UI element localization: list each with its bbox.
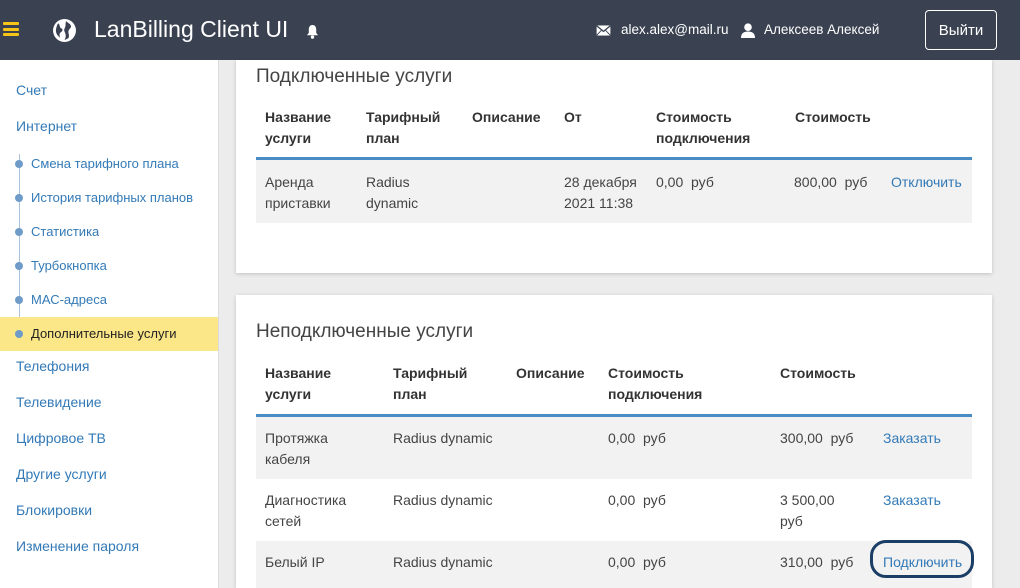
sidebar-item-account[interactable]: Счет [16, 82, 47, 98]
table-row: Диагностика сетей Radius dynamic 0,00 ру… [256, 479, 972, 541]
user-name: Алексеев Алексей [764, 22, 880, 37]
column-header: Стоимость подключения [656, 109, 751, 146]
sidebar: Счет Интернет Смена тарифного плана Исто… [0, 60, 219, 588]
column-header: Стоимость [780, 365, 856, 381]
sidebar-item-television[interactable]: Телевидение [16, 394, 102, 410]
service-cost: 310,00 руб [780, 554, 854, 570]
table-row: Аренда приставки Radius dynamic 28 декаб… [256, 160, 972, 223]
service-name: Белый IP [265, 554, 325, 570]
connection-cost: 0,00 руб [608, 554, 666, 570]
mail-icon [596, 25, 611, 36]
connected-services-panel: Подключенные услуги Название услуги Тари… [236, 60, 992, 273]
column-header: Стоимость подключения [608, 365, 703, 402]
column-header: Название услуги [265, 365, 332, 402]
bullet-icon [15, 330, 23, 338]
disconnect-link[interactable]: Отключить [891, 172, 962, 193]
logout-button[interactable]: Выйти [925, 10, 997, 50]
order-link[interactable]: Заказать [883, 490, 941, 511]
table-row: Белый IP Radius dynamic 0,00 руб 310,00 … [256, 540, 974, 588]
bullet-icon [15, 262, 23, 270]
bell-icon[interactable] [306, 24, 319, 39]
sidebar-item-blocks[interactable]: Блокировки [16, 502, 92, 518]
sidebar-subitem-label: Смена тарифного плана [31, 156, 179, 171]
bullet-icon [15, 228, 23, 236]
user-icon [741, 23, 755, 38]
sidebar-subitem-turbo-button[interactable]: Турбокнопка [0, 249, 218, 283]
service-cost: 800,00 руб [794, 174, 868, 190]
globe-icon [53, 19, 76, 42]
bullet-icon [15, 160, 23, 168]
column-header: Тарифный план [393, 365, 468, 402]
service-cost: 3 500,00 руб [780, 492, 835, 529]
connection-cost: 0,00 руб [608, 430, 666, 446]
sidebar-item-telephony[interactable]: Телефония [16, 358, 89, 374]
bullet-icon [15, 194, 23, 202]
tariff-plan: Radius dynamic [393, 492, 493, 508]
panel-title: Неподключенные услуги [256, 321, 474, 342]
top-bar: LanBilling Client UI alex.alex@mail.ru А… [0, 0, 1020, 60]
panel-title: Подключенные услуги [256, 66, 453, 87]
sidebar-item-internet[interactable]: Интернет [16, 118, 77, 134]
hamburger-icon[interactable] [3, 22, 19, 36]
tariff-plan: Radius dynamic [393, 430, 493, 446]
sidebar-subitem-change-tariff[interactable]: Смена тарифного плана [0, 147, 218, 181]
column-header: Стоимость [795, 109, 871, 125]
connection-cost: 0,00 руб [608, 492, 666, 508]
connection-cost: 0,00 руб [656, 174, 714, 190]
column-header: Тарифный план [366, 109, 441, 146]
service-name: Диагностика сетей [265, 492, 347, 529]
sidebar-subitem-label: Дополнительные услуги [31, 326, 177, 341]
sidebar-item-digital-tv[interactable]: Цифровое ТВ [16, 430, 106, 446]
order-link[interactable]: Заказать [883, 428, 941, 449]
connect-link[interactable]: Подключить [883, 552, 962, 573]
tariff-plan: Radius dynamic [393, 554, 493, 570]
sidebar-subitem-label: Статистика [31, 224, 100, 239]
sidebar-subitem-tariff-history[interactable]: История тарифных планов [0, 181, 218, 215]
sidebar-subitem-statistics[interactable]: Статистика [0, 215, 218, 249]
sidebar-item-other-services[interactable]: Другие услуги [16, 466, 107, 482]
sidebar-subitem-label: Турбокнопка [31, 258, 107, 273]
sidebar-item-change-password[interactable]: Изменение пароля [16, 538, 139, 554]
service-name: Протяжка кабеля [265, 430, 328, 467]
column-header: Описание [472, 109, 541, 125]
tariff-plan: Radius dynamic [366, 174, 419, 211]
service-from-date: 28 декабря 2021 11:38 [564, 174, 637, 211]
unconnected-services-panel: Неподключенные услуги Название услуги Та… [236, 295, 992, 588]
column-header: От [564, 109, 582, 125]
column-header: Название услуги [265, 109, 332, 146]
sidebar-subitem-mac-addresses[interactable]: МАС-адреса [0, 283, 218, 317]
table-row: Протяжка кабеля Radius dynamic 0,00 руб … [256, 417, 972, 479]
column-header: Описание [516, 365, 585, 381]
app-title: LanBilling Client UI [94, 16, 289, 42]
service-name: Аренда приставки [265, 174, 331, 211]
user-email: alex.alex@mail.ru [621, 22, 729, 37]
sidebar-subitem-additional-services[interactable]: Дополнительные услуги [0, 317, 218, 351]
service-cost: 300,00 руб [780, 430, 854, 446]
sidebar-subitem-label: МАС-адреса [31, 292, 107, 307]
bullet-icon [15, 296, 23, 304]
sidebar-subitem-label: История тарифных планов [31, 190, 194, 205]
